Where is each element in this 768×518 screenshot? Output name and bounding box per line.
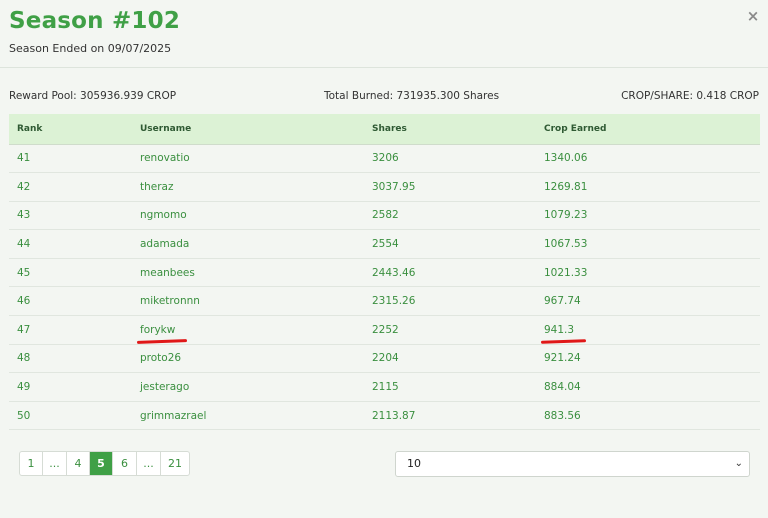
crop-per-share: CROP/SHARE: 0.418 CROP: [621, 90, 759, 102]
close-icon[interactable]: ×: [746, 9, 760, 24]
table-row: 41 renovatio 3206 1340.06: [9, 144, 760, 174]
table-row: 42 theraz 3037.95 1269.81: [9, 172, 760, 202]
cell-username: adamada: [132, 229, 364, 259]
cell-crop-earned: 967.74: [536, 286, 760, 317]
cell-rank: 46: [9, 286, 132, 317]
cell-crop-earned: 941.3: [536, 315, 760, 345]
cell-rank: 43: [9, 201, 132, 231]
cell-username: proto26: [132, 344, 364, 374]
table-row: 50 grimmazrael 2113.87 883.56: [9, 401, 760, 431]
cell-rank: 48: [9, 344, 132, 374]
page-button-1[interactable]: 1: [20, 452, 43, 475]
season-end-date: Season Ended on 09/07/2025: [9, 42, 172, 55]
cell-username: jesterago: [132, 372, 364, 402]
cell-shares: 2252: [364, 315, 536, 345]
table-row: 46 miketronnn 2315.26 967.74: [9, 286, 760, 317]
cell-shares: 2315.26: [364, 286, 536, 317]
cell-crop-earned: 1269.81: [536, 172, 760, 202]
cell-crop-earned: 884.04: [536, 372, 760, 402]
column-header-rank[interactable]: Rank: [9, 114, 132, 145]
cell-username: grimmazrael: [132, 401, 364, 431]
cell-username: renovatio: [132, 144, 364, 174]
cell-shares: 2554: [364, 229, 536, 259]
cell-crop-earned: 921.24: [536, 344, 760, 374]
cell-crop-earned: 883.56: [536, 401, 760, 431]
column-header-crop-earned[interactable]: Crop Earned: [536, 114, 760, 145]
column-header-username[interactable]: Username: [132, 114, 364, 145]
cell-username: theraz: [132, 172, 364, 202]
cell-rank: 41: [9, 144, 132, 174]
cell-shares: 2443.46: [364, 258, 536, 288]
cell-shares: 3037.95: [364, 172, 536, 202]
leaderboard-table: Rank Username Shares Crop Earned 41 reno…: [9, 114, 760, 431]
cell-shares: 2204: [364, 344, 536, 374]
underlined-username: forykw: [140, 323, 176, 336]
page-ellipsis[interactable]: ...: [43, 452, 67, 475]
cell-shares: 2113.87: [364, 401, 536, 431]
chevron-down-icon: ⌄: [734, 458, 743, 469]
cell-shares: 2115: [364, 372, 536, 402]
cell-rank: 42: [9, 172, 132, 202]
table-header-row: Rank Username Shares Crop Earned: [9, 114, 760, 145]
cell-username: ngmomo: [132, 201, 364, 231]
table-row: 48 proto26 2204 921.24: [9, 344, 760, 374]
table-row-highlighted: 47 forykw 2252 941.3: [9, 315, 760, 345]
cell-rank: 49: [9, 372, 132, 402]
cell-crop-earned: 1079.23: [536, 201, 760, 231]
cell-username: miketronnn: [132, 286, 364, 317]
page-button-21[interactable]: 21: [161, 452, 189, 475]
reward-pool: Reward Pool: 305936.939 CROP: [9, 90, 177, 102]
season-title: Season #102: [9, 8, 181, 34]
cell-crop-earned: 1067.53: [536, 229, 760, 259]
page-size-value: 10: [407, 457, 421, 470]
cell-shares: 3206: [364, 144, 536, 174]
cell-crop-earned: 1340.06: [536, 144, 760, 174]
cell-username: meanbees: [132, 258, 364, 288]
cell-shares: 2582: [364, 201, 536, 231]
page-button-5-active[interactable]: 5: [90, 452, 113, 475]
page-ellipsis[interactable]: ...: [137, 452, 161, 475]
table-row: 44 adamada 2554 1067.53: [9, 229, 760, 259]
cell-rank: 47: [9, 315, 132, 345]
table-row: 49 jesterago 2115 884.04: [9, 372, 760, 402]
page-button-4[interactable]: 4: [67, 452, 90, 475]
pagination: 1 ... 4 5 6 ... 21: [19, 451, 190, 476]
season-stats: Reward Pool: 305936.939 CROP Total Burne…: [0, 90, 768, 104]
underlined-crop-earned: 941.3: [544, 323, 575, 336]
table-row: 43 ngmomo 2582 1079.23: [9, 201, 760, 231]
total-burned: Total Burned: 731935.300 Shares: [324, 90, 500, 102]
cell-rank: 45: [9, 258, 132, 288]
column-header-shares[interactable]: Shares: [364, 114, 536, 145]
page-size-select[interactable]: 10 ⌄: [395, 451, 750, 477]
table-row: 45 meanbees 2443.46 1021.33: [9, 258, 760, 288]
page-button-6[interactable]: 6: [113, 452, 137, 475]
cell-rank: 44: [9, 229, 132, 259]
cell-crop-earned: 1021.33: [536, 258, 760, 288]
modal-header: Season #102 Season Ended on 09/07/2025 ×: [0, 0, 768, 68]
cell-username: forykw: [132, 315, 364, 345]
cell-rank: 50: [9, 401, 132, 431]
